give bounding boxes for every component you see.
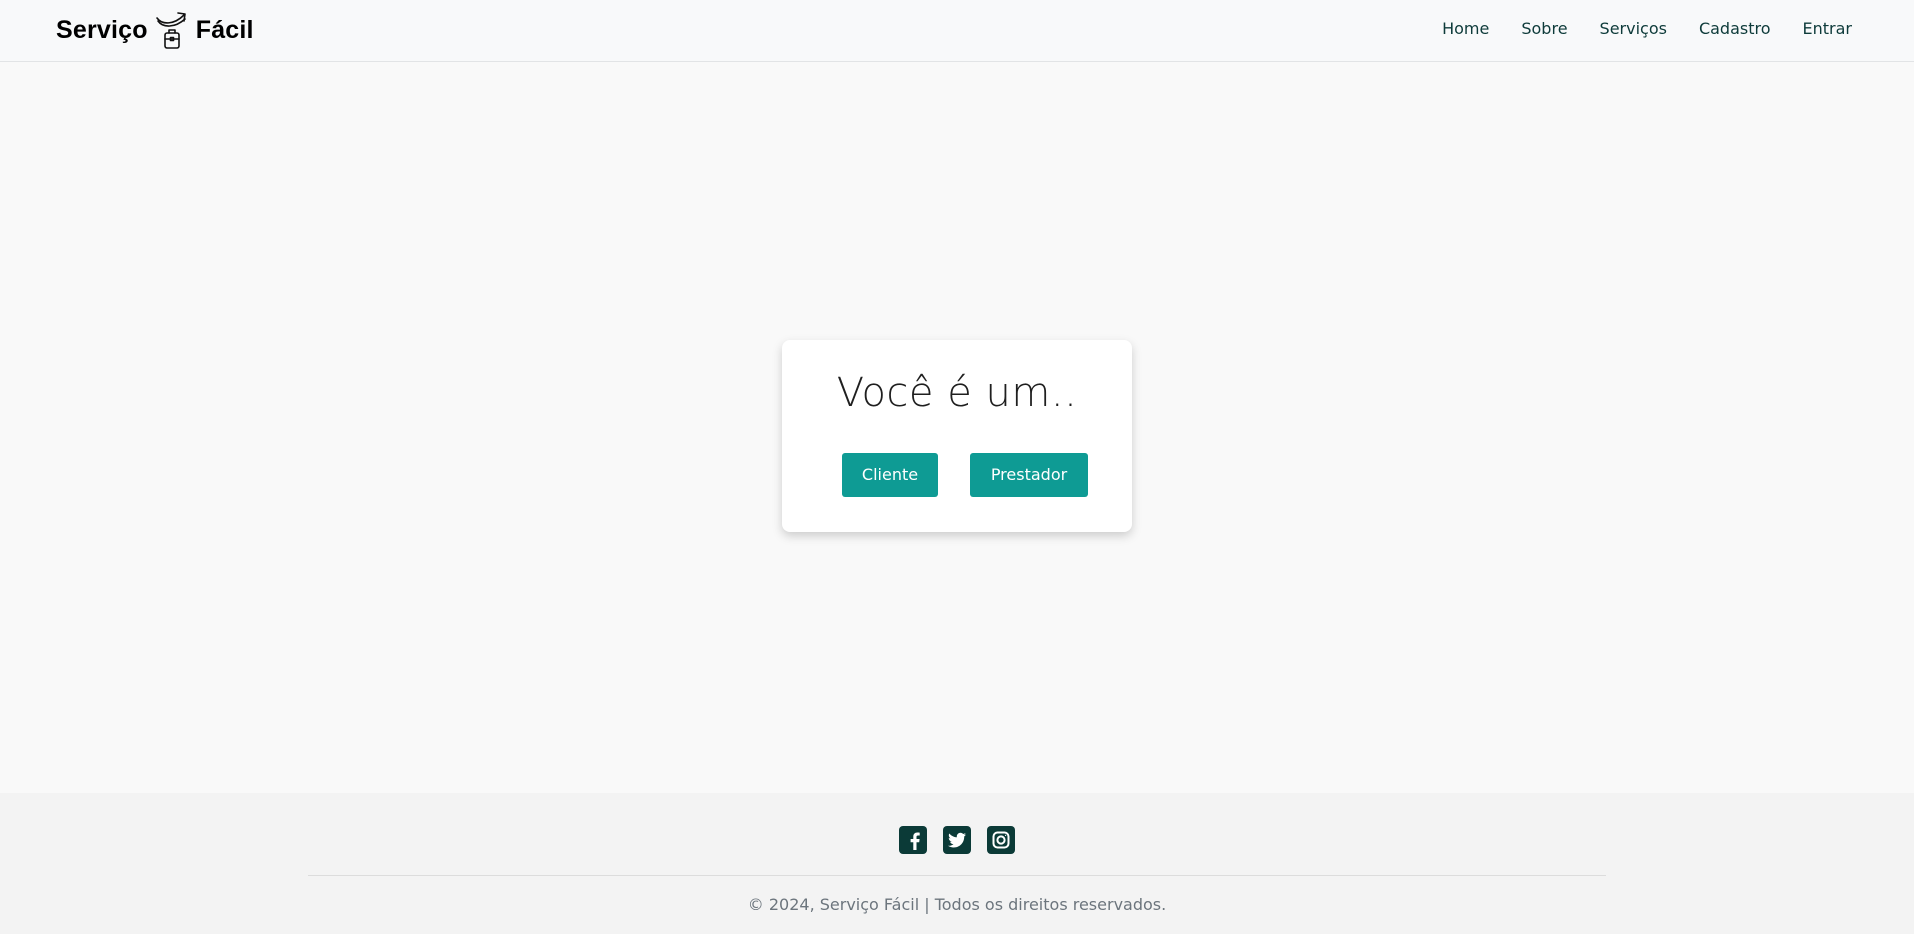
- nav-sobre[interactable]: Sobre: [1521, 19, 1567, 38]
- nav-cadastro[interactable]: Cadastro: [1699, 19, 1771, 38]
- card-title: Você é um..: [836, 370, 1078, 416]
- main-nav: Home Sobre Serviços Cadastro Entrar: [1442, 0, 1852, 57]
- navbar: Serviço Fácil Home Sobre Serviços Cadast…: [0, 0, 1914, 62]
- twitter-icon[interactable]: [943, 826, 971, 854]
- footer: © 2024, Serviço Fácil | Todos os direito…: [0, 793, 1914, 934]
- nav-servicos[interactable]: Serviços: [1600, 19, 1667, 38]
- nav-home[interactable]: Home: [1442, 19, 1489, 38]
- footer-divider: [308, 875, 1606, 876]
- facebook-icon[interactable]: [899, 826, 927, 854]
- prestador-button[interactable]: Prestador: [970, 453, 1088, 497]
- cliente-button[interactable]: Cliente: [842, 453, 938, 497]
- brand-name-left: Serviço: [56, 15, 148, 44]
- briefcase-arrow-icon: [155, 12, 186, 49]
- social-links: [0, 826, 1914, 854]
- copyright-text: © 2024, Serviço Fácil | Todos os direito…: [747, 895, 1167, 914]
- instagram-icon[interactable]: [987, 826, 1015, 854]
- nav-entrar[interactable]: Entrar: [1803, 19, 1852, 38]
- account-type-card: Você é um.. Cliente Prestador: [782, 340, 1132, 532]
- brand-name-right: Fácil: [195, 15, 254, 44]
- brand-logo-link[interactable]: Serviço Fácil: [56, 8, 254, 52]
